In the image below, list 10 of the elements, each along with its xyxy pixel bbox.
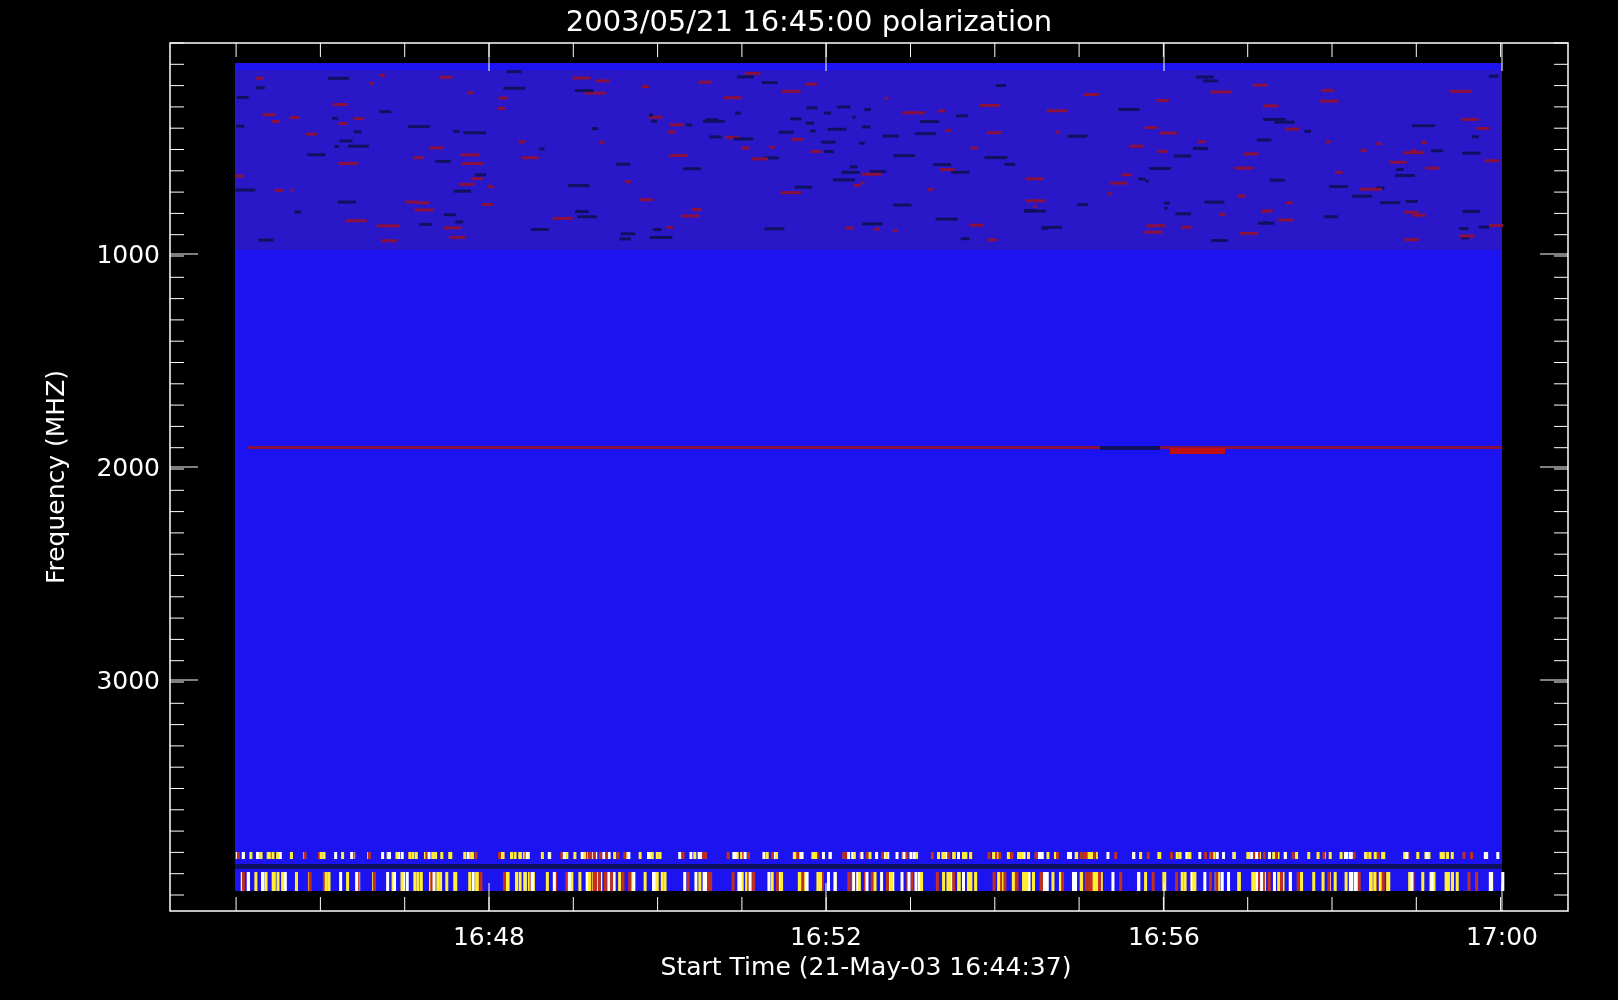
x-axis-label: Start Time (21-May-03 16:44:37) [660,952,1072,981]
x-tick-label: 16:56 [1128,922,1200,951]
x-tick-label: 17:00 [1466,922,1538,951]
chart-title: 2003/05/21 16:45:00 polarization [565,4,1053,38]
y-tick-label: 3000 [96,666,160,695]
x-tick-label: 16:48 [453,922,525,951]
y-axis-label: Frequency (MHZ) [41,369,70,585]
y-tick-label: 2000 [96,453,160,482]
x-tick-label: 16:52 [790,922,862,951]
y-tick-label: 1000 [96,240,160,269]
